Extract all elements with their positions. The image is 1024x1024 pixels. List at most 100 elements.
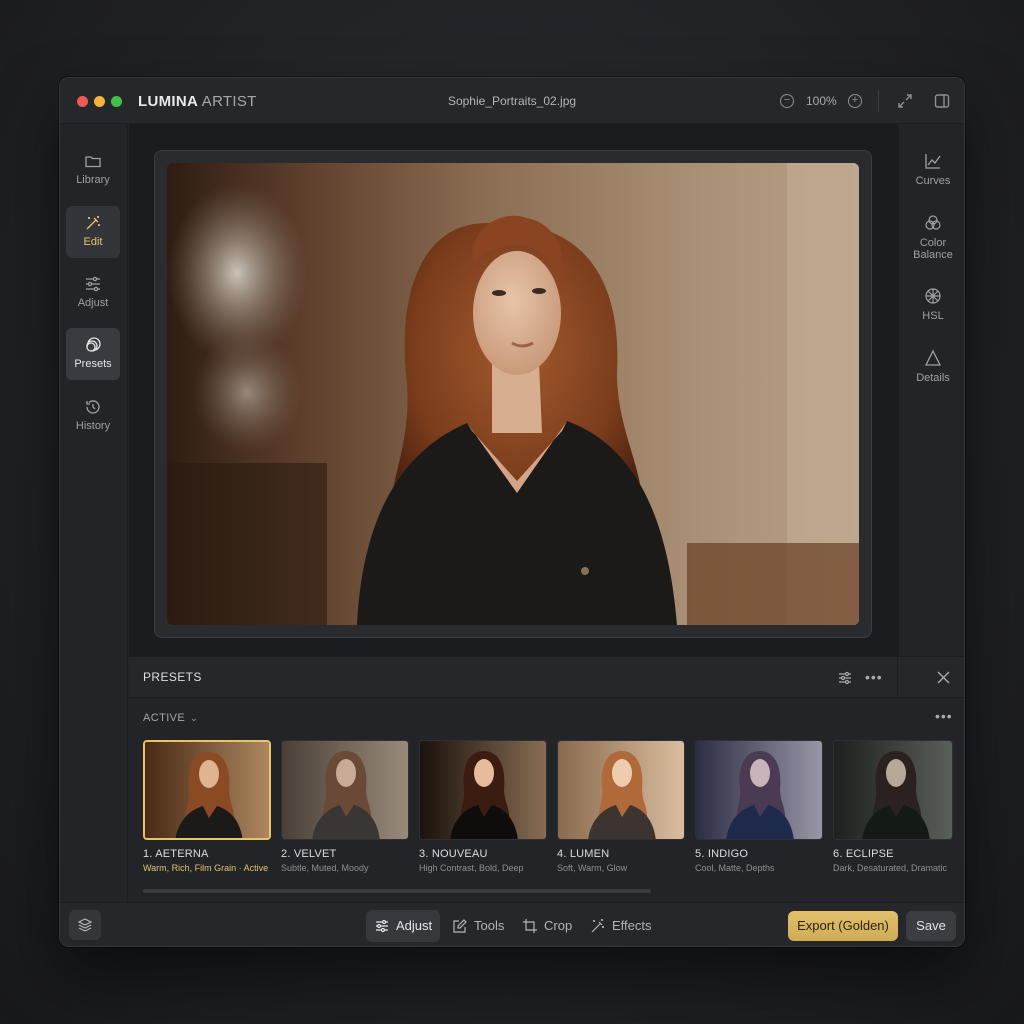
preset-description: Soft, Warm, Glow <box>557 863 628 873</box>
bottom-toolbar: Adjust Tools Crop Effects Export (Golden… <box>60 902 964 946</box>
sidebar-item-library[interactable]: Library <box>66 144 120 196</box>
preset-card-velvet[interactable]: 2. VELVET Subtle, Muted, Moody <box>281 740 409 873</box>
preset-description: Warm, Rich, Film Grain · Active <box>143 863 269 873</box>
preset-name: 3. NOUVEAU <box>419 848 488 860</box>
preset-thumbnail[interactable] <box>833 740 953 840</box>
sidebar-item-history[interactable]: History <box>66 390 120 442</box>
sidebar-item-presets[interactable]: Presets <box>66 328 120 380</box>
thumbnail-image <box>696 741 822 839</box>
presets-scrollbar[interactable] <box>143 889 651 893</box>
more-options-icon[interactable]: ••• <box>935 708 953 724</box>
sidebar-item-label: Curves <box>915 175 951 187</box>
sidebar-item-label: HSL <box>922 310 944 322</box>
preset-name: 2. VELVET <box>281 848 337 860</box>
preset-card-nouveau[interactable]: 3. NOUVEAU High Contrast, Bold, Deep <box>419 740 547 873</box>
filter-sliders-icon[interactable] <box>837 670 853 686</box>
effects-button[interactable]: Effects <box>582 910 660 942</box>
preset-name: 4. LUMEN <box>557 848 610 860</box>
adjust-tool-button[interactable]: Adjust <box>366 910 440 942</box>
active-filter-dropdown[interactable]: ACTIVE ⌄ <box>143 712 198 724</box>
photo-frame <box>154 150 872 638</box>
header-divider <box>897 657 898 699</box>
thumbnail-image <box>145 742 269 838</box>
preset-description: Subtle, Muted, Moody <box>281 863 369 873</box>
sidebar-item-label: Adjust <box>77 297 109 309</box>
hsl-icon <box>925 288 941 304</box>
preset-thumbnail[interactable] <box>281 740 409 840</box>
tool-label: Adjust <box>396 918 433 933</box>
sidebar-item-edit[interactable]: Edit <box>66 206 120 258</box>
thumbnail-image <box>558 741 684 839</box>
right-sidebar: Curves Color Balance HSL Details <box>898 124 964 698</box>
preset-card-eclipse[interactable]: 6. ECLIPSE Dark, Desaturated, Dramatic <box>833 740 953 873</box>
tools-button[interactable]: Tools <box>444 910 510 942</box>
sidebar-item-label: Presets <box>74 358 112 370</box>
save-button[interactable]: Save <box>906 911 956 941</box>
toggle-panel-icon[interactable] <box>934 93 950 109</box>
preset-card-lumen[interactable]: 4. LUMEN Soft, Warm, Glow <box>557 740 685 873</box>
chevron-down-icon: ⌄ <box>190 713 199 723</box>
preset-description: Cool, Matte, Depths <box>695 863 775 873</box>
folder-icon <box>85 156 101 168</box>
preset-thumbnail[interactable] <box>557 740 685 840</box>
preset-name: 6. ECLIPSE <box>833 848 894 860</box>
preset-card-indigo[interactable]: 5. INDIGO Cool, Matte, Depths <box>695 740 823 873</box>
preset-description: High Contrast, Bold, Deep <box>419 863 524 873</box>
thumbnail-image <box>420 741 546 839</box>
preset-thumbnail[interactable] <box>695 740 823 840</box>
sidebar-item-curves[interactable]: Curves <box>899 152 964 187</box>
sidebar-item-label: Details <box>916 372 950 384</box>
preset-name: 1. AETERNA <box>143 848 209 860</box>
zoom-level: 100% <box>806 94 837 108</box>
close-icon[interactable] <box>937 671 950 684</box>
magic-wand-icon <box>86 216 100 230</box>
app-window: LUMINA ARTIST Sophie_Portraits_02.jpg − … <box>59 77 965 947</box>
preset-name: 5. INDIGO <box>695 848 749 860</box>
active-filter-label: ACTIVE <box>143 712 186 724</box>
thumbnail-image <box>282 741 408 839</box>
tool-label: Tools <box>474 918 505 933</box>
color-balance-icon <box>925 215 941 230</box>
preset-thumbnail[interactable] <box>419 740 547 840</box>
triangle-icon <box>924 349 942 366</box>
edit-square-icon <box>453 919 467 933</box>
more-options-icon[interactable]: ••• <box>865 669 883 685</box>
portrait-photo[interactable] <box>167 163 859 625</box>
sidebar-item-label: Color <box>919 237 947 249</box>
sidebar-item-hsl[interactable]: HSL <box>899 287 964 322</box>
title-bar: LUMINA ARTIST Sophie_Portraits_02.jpg − … <box>60 78 964 124</box>
presets-icon <box>86 337 101 352</box>
sidebar-item-details[interactable]: Details <box>899 349 964 384</box>
titlebar-divider <box>878 90 879 112</box>
sidebar-item-label: Edit <box>83 236 103 248</box>
history-icon <box>86 400 100 414</box>
crop-icon <box>523 919 537 933</box>
magic-wand-icon <box>591 919 604 933</box>
zoom-out-icon[interactable]: − <box>780 94 794 108</box>
sliders-icon <box>86 276 100 292</box>
sliders-icon <box>376 919 388 933</box>
layers-button[interactable] <box>69 910 101 940</box>
presets-title: PRESETS <box>143 670 202 684</box>
portrait-illustration <box>167 163 859 625</box>
export-button[interactable]: Export (Golden) <box>788 911 898 941</box>
preset-description: Dark, Desaturated, Dramatic <box>833 863 948 873</box>
sidebar-item-label: History <box>75 420 111 432</box>
left-sidebar: Library Edit Adjust Presets History <box>60 124 128 930</box>
presets-panel: ACTIVE ⌄ ••• 1. AETERNA Warm, Rich, Film … <box>129 698 964 902</box>
tool-label: Effects <box>612 918 652 933</box>
tool-label: Crop <box>544 918 573 933</box>
crop-button[interactable]: Crop <box>514 910 578 942</box>
sidebar-item-label-line2: Balance <box>913 249 953 261</box>
layers-icon <box>77 918 93 932</box>
zoom-in-icon[interactable]: + <box>848 94 862 108</box>
sidebar-item-adjust[interactable]: Adjust <box>66 267 120 319</box>
preset-thumbnail[interactable] <box>143 740 271 840</box>
thumbnail-image <box>834 741 952 839</box>
curves-icon <box>925 154 941 169</box>
expand-icon[interactable] <box>896 92 914 110</box>
preset-card-aeterna[interactable]: 1. AETERNA Warm, Rich, Film Grain · Acti… <box>143 740 271 873</box>
presets-panel-header: PRESETS ••• <box>129 656 964 699</box>
sidebar-item-color-balance[interactable]: Color Balance <box>899 214 964 261</box>
image-canvas[interactable] <box>129 124 898 656</box>
